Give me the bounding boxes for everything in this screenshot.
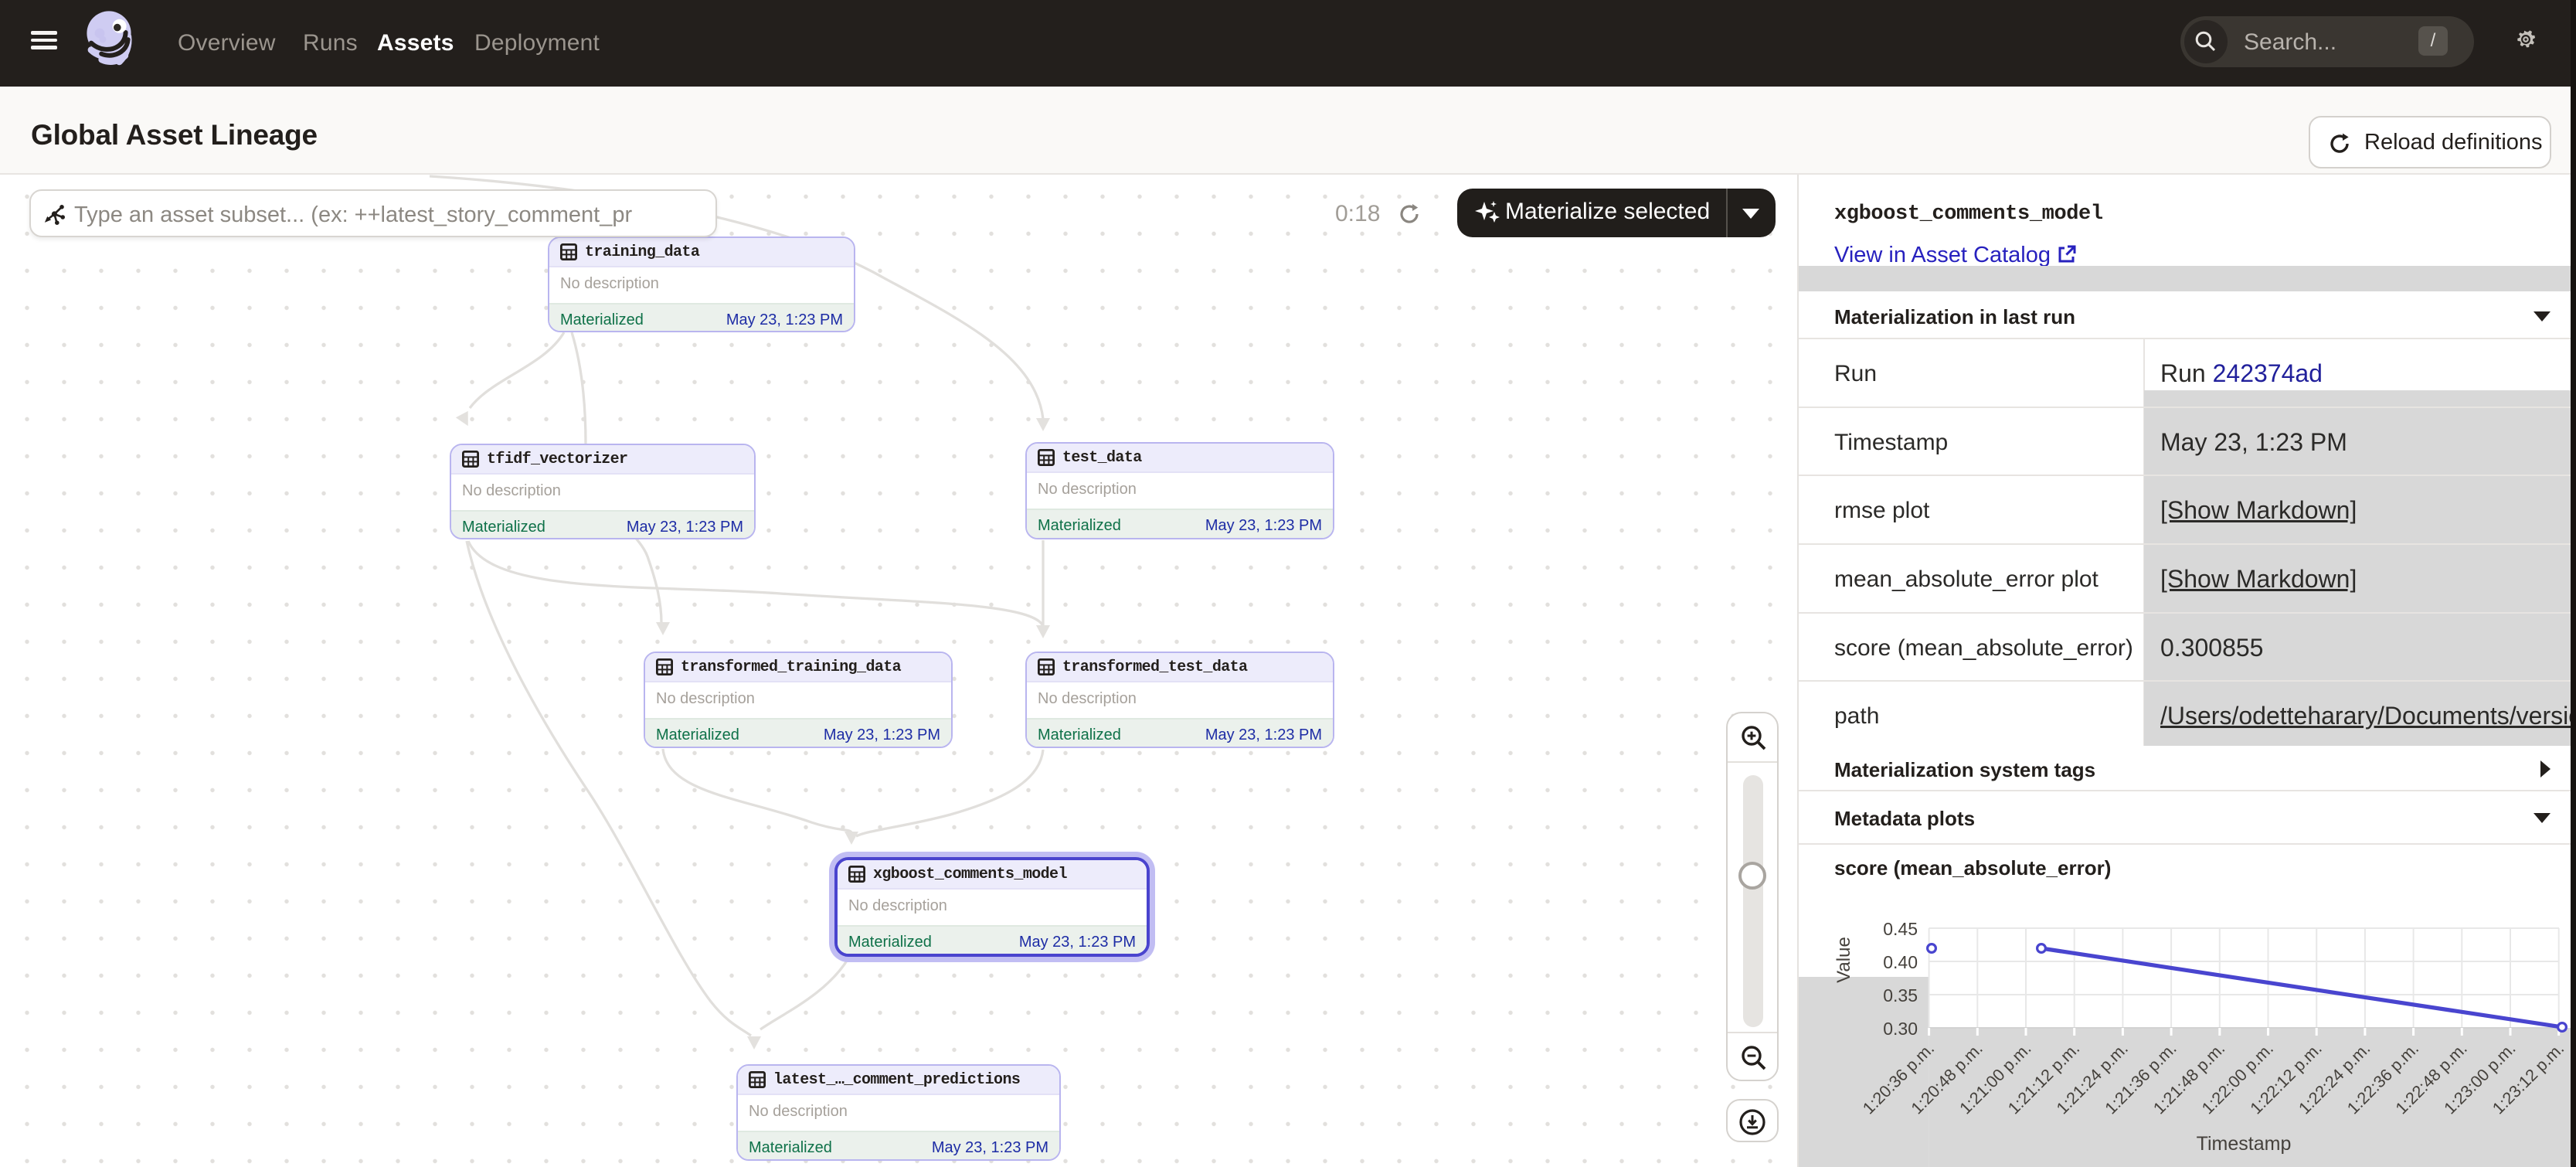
svg-text:Timestamp: Timestamp xyxy=(2197,1133,2292,1155)
svg-text:0.40: 0.40 xyxy=(1883,952,1918,972)
svg-text:0.45: 0.45 xyxy=(1883,919,1918,939)
svg-text:Value: Value xyxy=(1833,937,1854,983)
svg-text:0.30: 0.30 xyxy=(1883,1019,1918,1039)
svg-text:0.35: 0.35 xyxy=(1883,985,1918,1005)
